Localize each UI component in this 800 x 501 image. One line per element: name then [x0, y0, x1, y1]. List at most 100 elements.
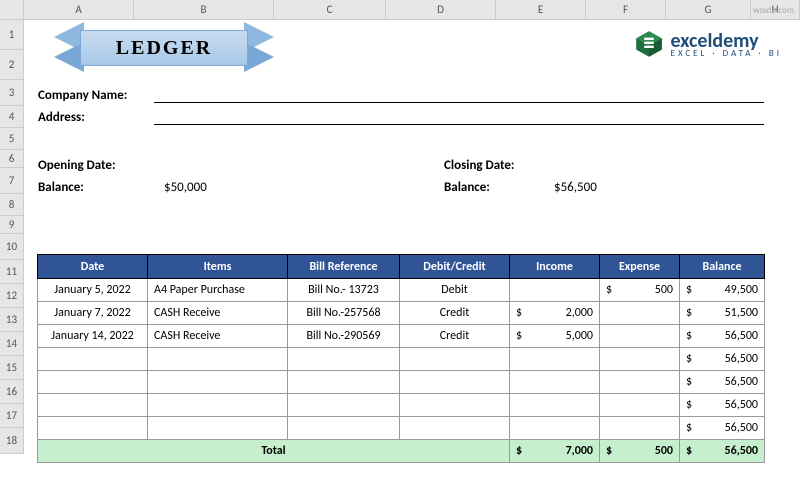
cell[interactable]: $56,500	[680, 325, 765, 348]
col-header[interactable]: C	[274, 0, 386, 19]
cell[interactable]: Bill No.- 13723	[288, 279, 400, 302]
th-balance[interactable]: Balance	[680, 255, 765, 279]
col-header[interactable]: G	[666, 0, 751, 19]
total-balance: $56,500	[680, 440, 765, 463]
closing-balance-value: $56,500	[554, 180, 597, 195]
cell[interactable]	[38, 417, 148, 440]
row-header[interactable]: 3	[0, 80, 24, 106]
cell[interactable]: $2,000	[510, 302, 600, 325]
cell[interactable]	[600, 325, 680, 348]
th-items[interactable]: Items	[148, 255, 288, 279]
cell[interactable]	[600, 302, 680, 325]
row-header[interactable]: 16	[0, 380, 24, 404]
cell[interactable]: $51,500	[680, 302, 765, 325]
row-header[interactable]: 12	[0, 284, 24, 308]
cell[interactable]	[38, 394, 148, 417]
cell[interactable]: CASH Receive	[148, 302, 288, 325]
cell[interactable]: Credit	[400, 325, 510, 348]
table-row[interactable]: January 5, 2022A4 Paper PurchaseBill No.…	[38, 279, 765, 302]
row-headers: 1 2 3 4 5 6 7 8 9 10 11 12 13 14 15 16 1…	[0, 20, 24, 454]
cell[interactable]: Credit	[400, 302, 510, 325]
th-bill[interactable]: Bill Reference	[288, 255, 400, 279]
table-row[interactable]: $56,500	[38, 371, 765, 394]
cell[interactable]: $56,500	[680, 371, 765, 394]
table-row[interactable]: January 7, 2022CASH ReceiveBill No.-2575…	[38, 302, 765, 325]
cell[interactable]	[400, 417, 510, 440]
cell[interactable]	[148, 348, 288, 371]
ledger-banner: LEDGER	[54, 22, 274, 76]
th-income[interactable]: Income	[510, 255, 600, 279]
cell[interactable]: $500	[600, 279, 680, 302]
cell[interactable]: $56,500	[680, 394, 765, 417]
cell[interactable]	[400, 394, 510, 417]
cell[interactable]	[510, 279, 600, 302]
cell[interactable]	[38, 371, 148, 394]
cell[interactable]: January 5, 2022	[38, 279, 148, 302]
row-header[interactable]: 13	[0, 308, 24, 332]
col-header[interactable]: B	[134, 0, 274, 19]
col-header[interactable]: E	[496, 0, 586, 19]
row-header[interactable]: 6	[0, 150, 24, 168]
th-expense[interactable]: Expense	[600, 255, 680, 279]
cell[interactable]	[510, 348, 600, 371]
table-row[interactable]: January 14, 2022CASH ReceiveBill No.-290…	[38, 325, 765, 348]
row-header[interactable]: 9	[0, 216, 24, 234]
cell[interactable]: A4 Paper Purchase	[148, 279, 288, 302]
row-header[interactable]: 8	[0, 194, 24, 216]
table-row[interactable]: $56,500	[38, 394, 765, 417]
total-expense: $500	[600, 440, 680, 463]
ledger-table[interactable]: Date Items Bill Reference Debit/Credit I…	[37, 254, 765, 463]
cell[interactable]	[148, 394, 288, 417]
cell[interactable]	[400, 371, 510, 394]
company-name-input-line[interactable]	[154, 102, 764, 103]
row-header[interactable]: 1	[0, 20, 24, 50]
cell[interactable]	[148, 417, 288, 440]
cell[interactable]	[600, 371, 680, 394]
cell[interactable]: $56,500	[680, 348, 765, 371]
row-header[interactable]: 2	[0, 50, 24, 80]
cell[interactable]	[510, 417, 600, 440]
select-all-corner[interactable]	[0, 0, 24, 19]
cell[interactable]: Bill No.-257568	[288, 302, 400, 325]
th-date[interactable]: Date	[38, 255, 148, 279]
row-header[interactable]: 4	[0, 106, 24, 128]
spreadsheet: A B C D E F G H 1 2 3 4 5 6 7 8 9 10 11 …	[0, 0, 800, 501]
table-row[interactable]: $56,500	[38, 417, 765, 440]
row-header[interactable]: 15	[0, 356, 24, 380]
cell[interactable]	[288, 371, 400, 394]
row-header[interactable]: 14	[0, 332, 24, 356]
row-header[interactable]: 17	[0, 404, 24, 428]
cell[interactable]	[38, 348, 148, 371]
cell[interactable]	[148, 371, 288, 394]
cell[interactable]: Bill No.-290569	[288, 325, 400, 348]
address-input-line[interactable]	[154, 124, 764, 125]
logo-sub: EXCEL · DATA · BI	[671, 49, 782, 58]
col-header[interactable]: D	[386, 0, 496, 19]
row-header[interactable]: 10	[0, 234, 24, 260]
cell[interactable]	[400, 348, 510, 371]
cell[interactable]: January 7, 2022	[38, 302, 148, 325]
row-header[interactable]: 18	[0, 428, 24, 454]
th-dc[interactable]: Debit/Credit	[400, 255, 510, 279]
closing-date-label: Closing Date:	[444, 158, 515, 173]
col-header[interactable]: F	[586, 0, 666, 19]
cell[interactable]	[510, 371, 600, 394]
cell[interactable]: CASH Receive	[148, 325, 288, 348]
row-header[interactable]: 7	[0, 168, 24, 194]
cell[interactable]	[600, 394, 680, 417]
cell[interactable]	[510, 394, 600, 417]
col-header[interactable]: A	[24, 0, 134, 19]
cell[interactable]	[600, 417, 680, 440]
table-row[interactable]: $56,500	[38, 348, 765, 371]
row-header[interactable]: 5	[0, 128, 24, 150]
cell[interactable]	[288, 417, 400, 440]
cell[interactable]: $56,500	[680, 417, 765, 440]
cell[interactable]	[288, 348, 400, 371]
row-header[interactable]: 11	[0, 260, 24, 284]
cell[interactable]	[600, 348, 680, 371]
cell[interactable]	[288, 394, 400, 417]
cell[interactable]: Debit	[400, 279, 510, 302]
cell[interactable]: January 14, 2022	[38, 325, 148, 348]
cell[interactable]: $5,000	[510, 325, 600, 348]
cell[interactable]: $49,500	[680, 279, 765, 302]
